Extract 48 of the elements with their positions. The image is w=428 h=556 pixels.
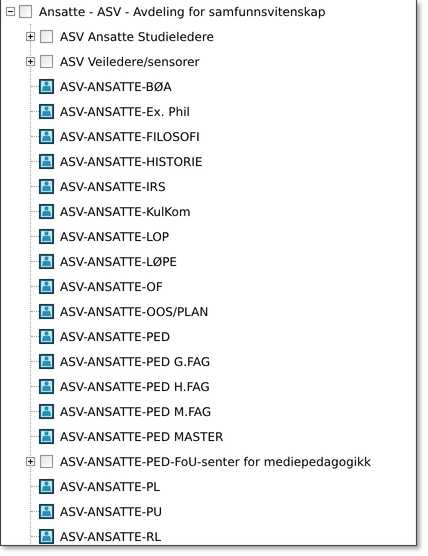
- checkbox[interactable]: [40, 455, 53, 468]
- person-icon: [39, 229, 54, 244]
- tree-item[interactable]: ASV-ANSATTE-LØPE: [59, 254, 178, 270]
- person-icon: [39, 104, 54, 119]
- person-icon: [39, 504, 54, 519]
- tree-item[interactable]: ASV-ANSATTE-BØA: [59, 78, 173, 94]
- expand-icon[interactable]: [26, 57, 35, 66]
- tree-item[interactable]: ASV-ANSATTE-LOP: [59, 228, 170, 244]
- expand-icon[interactable]: [26, 457, 35, 466]
- tree-item[interactable]: ASV-ANSATTE-PED H.FAG: [59, 378, 211, 394]
- tree-item[interactable]: ASV-ANSATTE-FILOSOFI: [59, 128, 201, 144]
- tree-item[interactable]: ASV-ANSATTE-PED-FoU-senter for mediepedagogikk: [59, 454, 372, 470]
- tree-item[interactable]: ASV-ANSATTE-PED MASTER: [59, 428, 224, 444]
- person-icon: [39, 179, 54, 194]
- person-icon: [39, 204, 54, 219]
- person-icon: [39, 254, 54, 269]
- tree-item[interactable]: ASV-ANSATTE-PU: [59, 504, 164, 520]
- tree-item[interactable]: ASV-ANSATTE-RL: [59, 528, 162, 544]
- tree-item[interactable]: ASV-ANSATTE-PED G.FAG: [59, 354, 212, 370]
- person-icon: [39, 129, 54, 144]
- checkbox[interactable]: [40, 55, 53, 68]
- tree-item[interactable]: ASV-ANSATTE-PED: [59, 328, 172, 344]
- tree-item[interactable]: ASV-ANSATTE-PL: [59, 478, 161, 494]
- tree-item[interactable]: ASV-ANSATTE-PED M.FAG: [59, 404, 212, 420]
- tree-item[interactable]: ASV-ANSATTE-KulKom: [59, 204, 192, 220]
- checkbox[interactable]: [19, 5, 32, 18]
- collapse-icon[interactable]: [6, 7, 15, 16]
- tree-item[interactable]: ASV Ansatte Studieledere: [59, 28, 215, 44]
- person-icon: [39, 429, 54, 444]
- person-icon: [39, 404, 54, 419]
- person-icon: [39, 79, 54, 94]
- person-icon: [39, 529, 54, 544]
- tree-item[interactable]: ASV Veiledere/sensorer: [59, 54, 200, 70]
- tree-item[interactable]: ASV-ANSATTE-Ex. Phil: [59, 104, 191, 120]
- tree-item[interactable]: ASV-ANSATTE-IRS: [59, 178, 167, 194]
- tree-item[interactable]: Ansatte - ASV - Avdeling for samfunnsvitenskap: [38, 4, 326, 20]
- checkbox[interactable]: [40, 30, 53, 43]
- person-icon: [39, 329, 54, 344]
- tree-item[interactable]: ASV-ANSATTE-OOS/PLAN: [59, 304, 210, 320]
- tree-item[interactable]: ASV-ANSATTE-OF: [59, 278, 164, 294]
- person-icon: [39, 154, 54, 169]
- person-icon: [39, 354, 54, 369]
- person-icon: [39, 379, 54, 394]
- expand-icon[interactable]: [26, 32, 35, 41]
- tree-item[interactable]: ASV-ANSATTE-HISTORIE: [59, 154, 204, 170]
- person-icon: [39, 479, 54, 494]
- person-icon: [39, 304, 54, 319]
- person-icon: [39, 279, 54, 294]
